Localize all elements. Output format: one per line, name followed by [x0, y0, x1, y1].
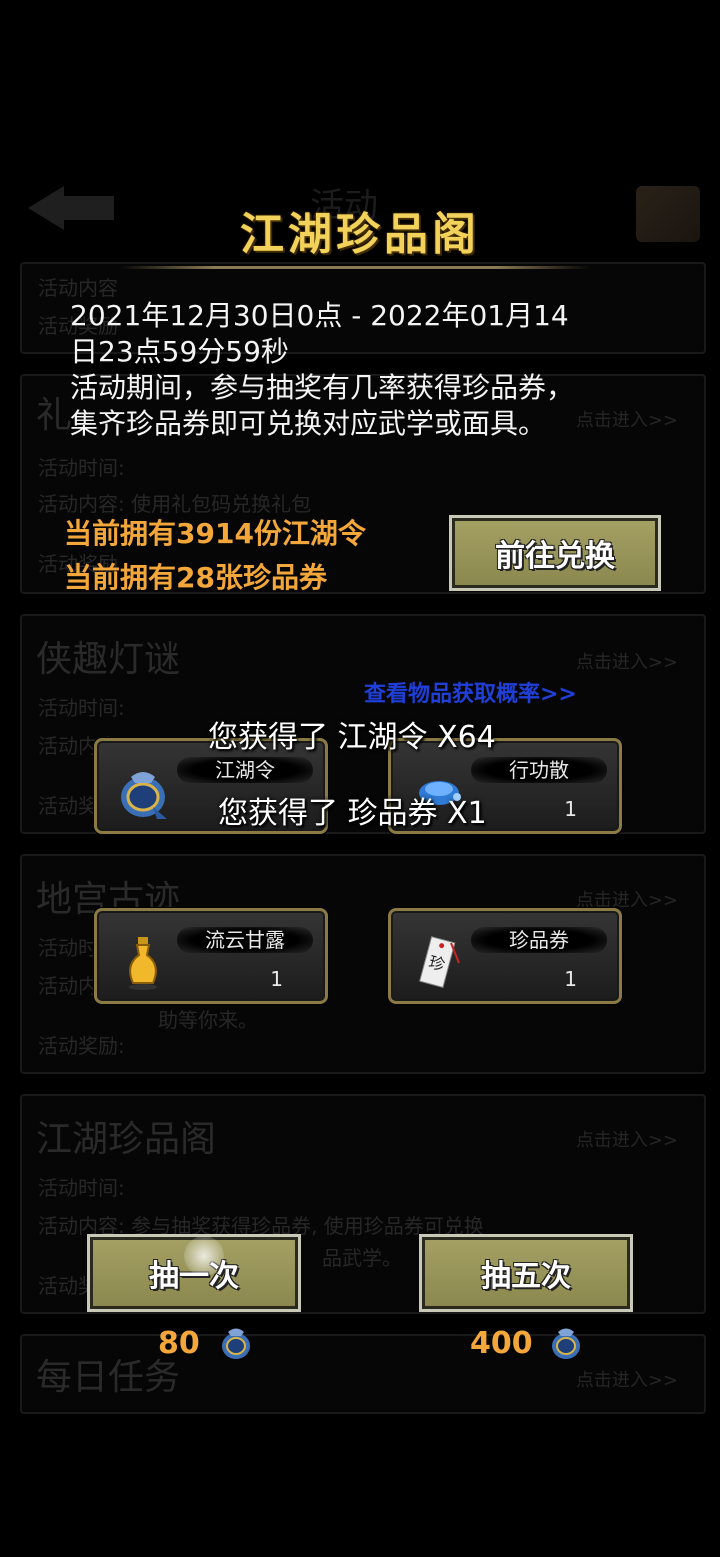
card-title: 江湖珍品阁 — [36, 1119, 217, 1160]
ticket-icon: 珍 — [419, 936, 460, 988]
description-line: 日23点59分59秒 — [70, 335, 289, 368]
title-divider — [120, 266, 590, 269]
card-line: 活动时间: — [38, 1176, 125, 1200]
pouch-icon — [222, 1328, 250, 1359]
prize-slot[interactable]: 珍 珍品券 1 — [388, 908, 622, 1004]
card-line: 活动奖励: — [38, 1034, 125, 1058]
prize-count: 1 — [564, 797, 577, 821]
card-line: 活动时间: — [38, 456, 125, 480]
owned-tickets-text: 当前拥有28张珍品券 — [64, 561, 327, 594]
card-title: 侠趣灯谜 — [36, 639, 181, 680]
prize-name: 江湖令 — [177, 757, 313, 783]
description-line: 集齐珍品券即可兑换对应武学或面具。 — [70, 407, 547, 440]
card-line: 活动内容: 参与抽奖获得珍品券, 使用珍品券可兑换 — [38, 1214, 484, 1238]
draw-once-cost: 80 — [158, 1326, 200, 1361]
card-title: 礼 — [36, 395, 73, 436]
reward-toast: 您获得了 江湖令 X64 — [208, 720, 496, 755]
draw-five-cost: 400 — [470, 1326, 533, 1361]
card-line: 活动时间: — [38, 696, 125, 720]
prize-name: 流云甘露 — [177, 927, 313, 953]
exchange-button[interactable]: 前往兑换 — [449, 515, 661, 591]
prize-count: 1 — [564, 967, 577, 991]
card-line: 助等你来。 — [158, 1008, 258, 1032]
prize-count: 1 — [270, 967, 283, 991]
event-description: 2021年12月30日0点 - 2022年01月14 日23点59分59秒 活动… — [70, 298, 650, 442]
modal-title: 江湖珍品阁 — [240, 209, 480, 260]
owned-tokens-text: 当前拥有3914份江湖令 — [64, 517, 366, 550]
prize-name: 行功散 — [471, 757, 607, 783]
touch-indicator — [184, 1236, 224, 1276]
draw-five-button[interactable]: 抽五次 — [419, 1234, 633, 1312]
description-line: 2021年12月30日0点 - 2022年01月14 — [70, 299, 569, 332]
card-line: 品武学。 — [322, 1246, 402, 1270]
prize-slot[interactable]: 流云甘露 1 — [94, 908, 328, 1004]
reward-toast: 您获得了 珍品券 X1 — [218, 796, 487, 831]
description-line: 活动期间，参与抽奖有几率获得珍品券， — [70, 371, 575, 404]
activity-card: 每日任务 点击进入>> — [20, 1334, 706, 1414]
card-line: 活动内容 — [38, 276, 118, 300]
card-goto-link: 点击进入>> — [575, 652, 678, 673]
card-goto-link: 点击进入>> — [575, 1370, 678, 1391]
card-goto-link: 点击进入>> — [575, 1130, 678, 1151]
drop-rate-link[interactable]: 查看物品获取概率>> — [364, 676, 577, 708]
pouch-icon — [121, 772, 167, 819]
prize-name: 珍品券 — [471, 927, 607, 953]
gold-vase-icon — [129, 937, 157, 990]
pouch-icon — [552, 1328, 580, 1359]
